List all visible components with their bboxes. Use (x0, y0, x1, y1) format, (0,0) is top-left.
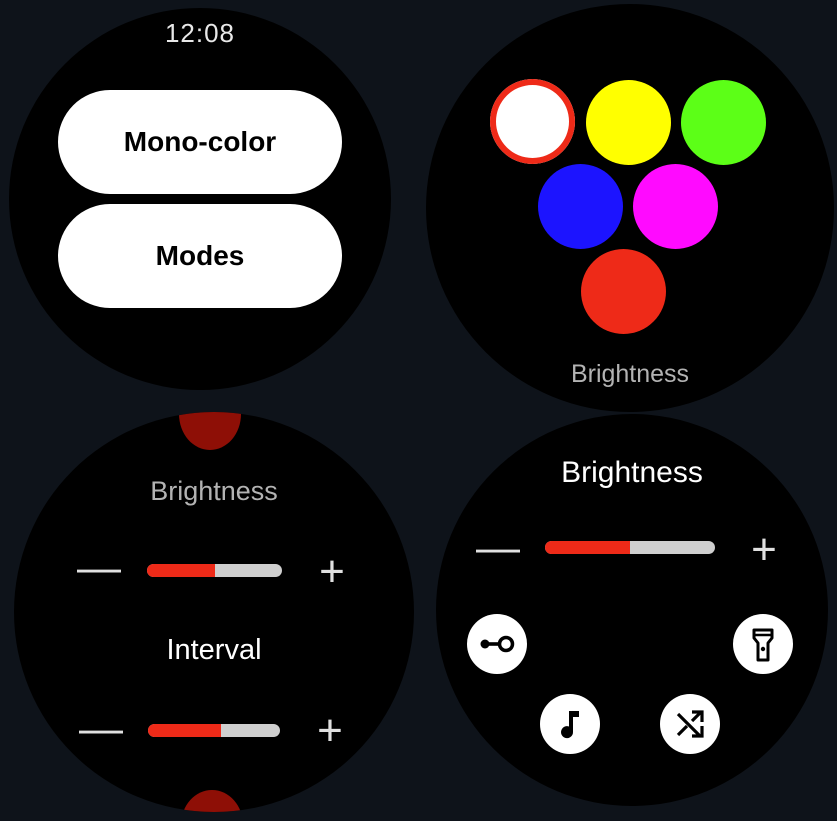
brightness-minus-button[interactable]: — (476, 526, 520, 570)
color-swatch-white[interactable] (490, 79, 575, 164)
brightness-label: Brightness (150, 476, 278, 506)
flashlight-button[interactable] (733, 614, 793, 674)
color-swatch-magenta[interactable] (633, 164, 718, 249)
shuffle-button[interactable] (660, 694, 720, 754)
interval-label: Interval (166, 634, 262, 666)
watch-quick-controls: Brightness — + (436, 414, 828, 806)
key-icon (480, 635, 515, 653)
watch-mode-settings: Brightness — + Interval — + (14, 412, 414, 812)
watch-color-picker: Brightness (426, 4, 834, 412)
mono-color-button[interactable]: Mono-color (58, 90, 342, 194)
scroll-up-indicator[interactable] (179, 412, 241, 450)
flashlight-icon (752, 628, 774, 662)
brightness-minus-button[interactable]: — (77, 546, 121, 590)
color-swatch-red[interactable] (581, 249, 666, 334)
watch-main-menu: 12:08 Mono-color Modes (9, 8, 391, 390)
brightness-slider[interactable] (147, 564, 282, 577)
interval-minus-button[interactable]: — (79, 707, 123, 751)
interval-slider[interactable] (148, 724, 280, 737)
key-button[interactable] (467, 614, 527, 674)
brightness-label[interactable]: Brightness (426, 360, 834, 389)
brightness-slider-fill (147, 564, 215, 577)
brightness-plus-button[interactable]: + (744, 528, 784, 572)
brightness-slider[interactable] (545, 541, 715, 554)
brightness-plus-button[interactable]: + (312, 550, 352, 594)
interval-slider-fill (148, 724, 221, 737)
clock-time: 12:08 (164, 18, 236, 48)
color-swatch-blue[interactable] (538, 164, 623, 249)
brightness-slider-fill (545, 541, 630, 554)
shuffle-icon (676, 710, 704, 738)
music-note-icon (561, 711, 579, 739)
color-swatch-yellow[interactable] (586, 80, 671, 165)
color-swatch-green[interactable] (681, 80, 766, 165)
music-button[interactable] (540, 694, 600, 754)
brightness-title: Brightness (561, 456, 703, 489)
modes-button[interactable]: Modes (58, 204, 342, 308)
interval-plus-button[interactable]: + (310, 709, 350, 753)
scroll-down-indicator[interactable] (181, 790, 243, 812)
